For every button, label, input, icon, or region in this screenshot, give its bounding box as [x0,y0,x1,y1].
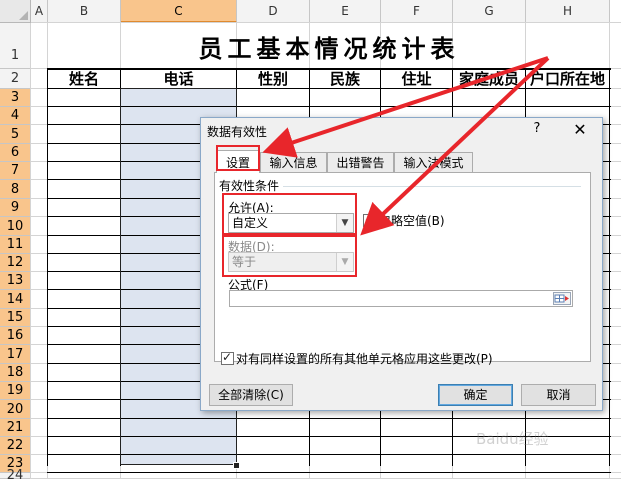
arrow-to-allow-box [360,56,550,236]
annotation-arrows [262,56,550,236]
watermark: Baidu经验 [476,430,549,448]
arrow-to-settings-tab [262,56,549,158]
